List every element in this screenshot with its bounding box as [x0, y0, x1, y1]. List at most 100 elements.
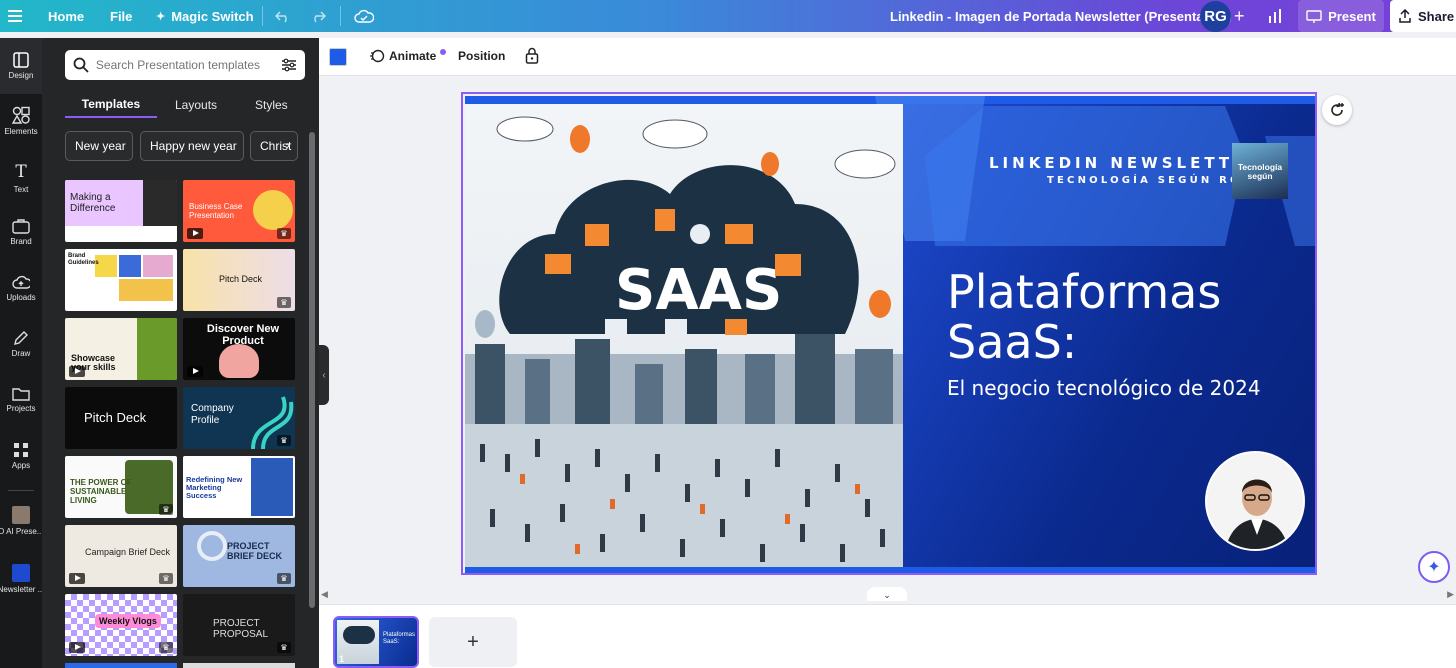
- tab-templates[interactable]: Templates: [65, 92, 157, 118]
- magic-switch-button[interactable]: ✦ Magic Switch: [156, 0, 254, 32]
- slide-subtitle[interactable]: El negocio tecnológico de 2024: [947, 376, 1261, 400]
- share-button[interactable]: Share: [1390, 0, 1456, 32]
- template-card[interactable]: PROJECT BRIEF DECK ♛: [183, 525, 295, 587]
- template-card-partial[interactable]: [183, 663, 295, 668]
- template-card[interactable]: Business Case Presentation ♛: [183, 180, 295, 242]
- newsletter-heading[interactable]: LINKEDIN NEWSLETTER: [989, 154, 1263, 172]
- editor-toolbar: Animate Position: [319, 38, 1456, 76]
- add-collaborator-button[interactable]: +: [1234, 0, 1245, 32]
- canvas-horizontal-scroll[interactable]: ◀ ▶ ⌄: [319, 587, 1456, 603]
- add-page-button[interactable]: +: [429, 617, 517, 667]
- play-icon: [187, 228, 203, 239]
- tab-layouts[interactable]: Layouts: [175, 92, 217, 118]
- crown-icon: ♛: [277, 642, 291, 653]
- document-title[interactable]: Linkedin - Imagen de Portada Newsletter …: [890, 0, 1232, 32]
- newsletter-subheading[interactable]: TECNOLOGÍA SEGÚN ROB: [1047, 175, 1253, 186]
- template-card[interactable]: Pitch Deck ♛: [183, 249, 295, 311]
- panel-scrollbar[interactable]: [309, 132, 315, 608]
- slide-bottom-strip: [465, 567, 1315, 573]
- menu-button[interactable]: [8, 0, 22, 32]
- page-thumbnail[interactable]: Plataformas SaaS: 1: [333, 616, 419, 668]
- slide-title-line-2[interactable]: SaaS:: [947, 318, 1077, 366]
- top-bar: Home File ✦ Magic Switch Linkedin - Imag…: [0, 0, 1456, 32]
- search-input[interactable]: [95, 58, 276, 72]
- pro-dot-icon: [440, 49, 447, 55]
- home-button[interactable]: Home: [48, 0, 84, 32]
- rail-item-uploads[interactable]: Uploads: [0, 274, 42, 302]
- template-card[interactable]: Discover New Product: [183, 318, 295, 380]
- chip-happy-new-year[interactable]: Happy new year: [140, 131, 244, 161]
- sparkle-icon: ✦: [156, 10, 166, 23]
- template-card[interactable]: Company Profile ♛: [183, 387, 295, 449]
- crown-icon: ♛: [277, 435, 291, 446]
- template-card-partial[interactable]: [65, 663, 177, 668]
- rail-item-draw[interactable]: Draw: [0, 330, 42, 358]
- apps-grid-icon: [14, 443, 28, 457]
- template-card[interactable]: Showcase your skills: [65, 318, 177, 380]
- present-button[interactable]: Present: [1298, 0, 1384, 32]
- regenerate-button[interactable]: [1322, 95, 1352, 125]
- crown-icon: ♛: [159, 504, 173, 515]
- template-card[interactable]: Pitch Deck: [65, 387, 177, 449]
- fill-color-swatch[interactable]: [329, 48, 347, 66]
- plus-icon: +: [1234, 5, 1245, 26]
- user-avatar[interactable]: RG: [1200, 1, 1231, 32]
- design-icon: [13, 52, 29, 68]
- slide-canvas[interactable]: SAAS LINKEDIN NEWSLETTER TECNOLOGÍA SEGÚ…: [465, 96, 1315, 573]
- template-card[interactable]: PROJECT PROPOSAL ♛: [183, 594, 295, 656]
- rail-item-elements[interactable]: Elements: [0, 106, 42, 136]
- share-icon: [1399, 9, 1411, 23]
- scroll-right-icon[interactable]: ▶: [1447, 589, 1454, 600]
- template-search[interactable]: [65, 50, 305, 80]
- undo-button[interactable]: [275, 0, 291, 32]
- rail-item-design[interactable]: Design: [0, 38, 42, 94]
- animate-icon: [370, 49, 385, 63]
- filter-icon[interactable]: [281, 58, 297, 72]
- slide-title-line-1[interactable]: Plataformas: [947, 268, 1221, 316]
- text-icon: T: [15, 162, 27, 182]
- tab-styles[interactable]: Styles: [255, 92, 288, 118]
- magic-assistant-button[interactable]: ✦: [1418, 551, 1450, 583]
- file-menu[interactable]: File: [110, 0, 132, 32]
- newsletter-logo-card[interactable]: Tecnología según: [1232, 143, 1288, 199]
- expand-pages-button[interactable]: ⌄: [867, 587, 907, 601]
- play-icon: [69, 573, 85, 584]
- cloud-check-icon: [354, 9, 374, 23]
- slide-selection-frame[interactable]: SAAS LINKEDIN NEWSLETTER TECNOLOGÍA SEGÚ…: [461, 92, 1317, 575]
- cloud-save-button[interactable]: [354, 0, 374, 32]
- template-card[interactable]: Weekly Vlogs ♛: [65, 594, 177, 656]
- position-button[interactable]: Position: [458, 49, 505, 63]
- app-thumb-icon: [12, 564, 30, 582]
- crown-icon: ♛: [159, 642, 173, 653]
- saas-illustration[interactable]: SAAS: [465, 104, 903, 567]
- template-card[interactable]: Redefining New Marketing Success: [183, 456, 295, 518]
- refresh-plus-icon: [1331, 102, 1344, 116]
- template-card[interactable]: Brand Guidelines: [65, 249, 177, 311]
- chevron-right-icon[interactable]: ›: [286, 138, 290, 152]
- template-card[interactable]: Making a Difference: [65, 180, 177, 242]
- lock-button[interactable]: [525, 47, 539, 67]
- template-card[interactable]: THE POWER OF SUSTAINABLE LIVING ♛: [65, 456, 177, 518]
- animate-button[interactable]: Animate: [369, 49, 447, 63]
- collapse-panel-button[interactable]: ‹: [319, 345, 329, 405]
- author-portrait[interactable]: [1205, 451, 1305, 551]
- insights-button[interactable]: [1268, 0, 1284, 32]
- scroll-left-icon[interactable]: ◀: [321, 589, 328, 600]
- template-card[interactable]: Campaign Brief Deck ♛: [65, 525, 177, 587]
- rail-item-newsletter[interactable]: Newsletter ...: [0, 564, 44, 594]
- rail-item-brand[interactable]: Brand: [0, 218, 42, 246]
- redo-button[interactable]: [310, 0, 326, 32]
- redo-icon: [314, 11, 326, 23]
- chevron-left-icon: ‹: [322, 369, 326, 381]
- chip-christmas[interactable]: Christ: [250, 131, 298, 161]
- rail-item-text[interactable]: T Text: [0, 162, 42, 194]
- play-icon: [69, 642, 85, 653]
- present-icon: [1306, 9, 1322, 23]
- chip-new-year[interactable]: New year: [65, 131, 133, 161]
- rail-item-ai-presentation[interactable]: D AI Prese...: [0, 506, 43, 536]
- rail-item-apps[interactable]: Apps: [0, 442, 42, 470]
- crown-icon: ♛: [277, 297, 291, 308]
- plus-icon: +: [467, 630, 479, 653]
- rail-item-projects[interactable]: Projects: [0, 386, 42, 413]
- saas-city-illustration: SAAS: [465, 116, 903, 567]
